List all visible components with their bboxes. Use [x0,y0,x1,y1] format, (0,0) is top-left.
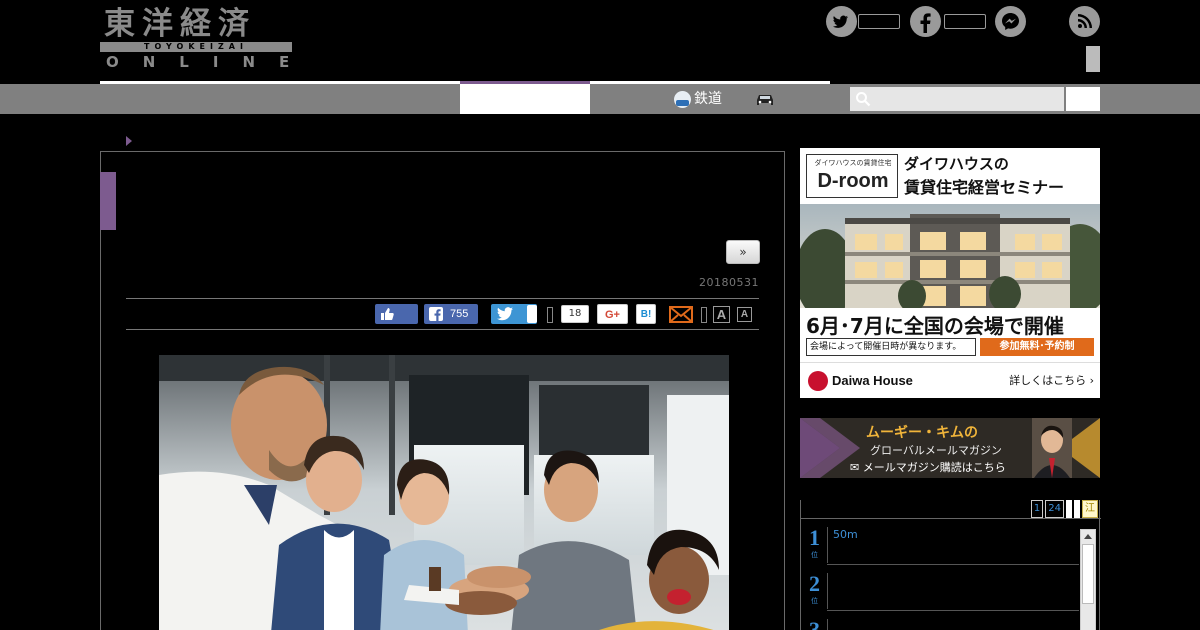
article-date: 20180531 [699,276,759,289]
search-button[interactable] [1066,87,1100,111]
ranking-tab-4[interactable] [1074,500,1080,518]
nav-tab-active[interactable] [460,84,590,114]
ranking-item[interactable]: 2 位 [801,565,1079,611]
like-button[interactable] [375,304,418,324]
ad-footer: Daiwa House 詳しくはこちら › [800,362,1100,398]
ad-title-line1: ダイワハウスの [904,155,1009,173]
ad2-author-photo [1032,418,1072,478]
share-bar: 755 18 G+ B! A A [101,304,786,326]
ad-headline: 6月･7月に全国の会場で開催 [806,314,1064,338]
ad2-cta: ✉ メールマガジン購読はこちら [850,461,1006,474]
next-page-button[interactable]: » [726,240,760,264]
logo-subtitle: TOYOKEIZAI [144,42,248,51]
hero-image [159,355,729,630]
ranking-item[interactable]: 3 位 [801,611,1079,630]
share-rule-top [126,298,759,299]
ranking-number: 2 [809,571,820,596]
ad-info-band: 6月･7月に全国の会場で開催 会場によって開催日時が異なります。 参加無料･予約… [800,308,1100,360]
share-rule-bottom [126,329,759,330]
title-accent-bar [100,172,116,230]
scroll-thumb[interactable] [1082,544,1094,604]
ad2-title: ムーギー・キムの [866,425,978,441]
facebook-count [944,14,986,29]
train-icon [674,90,691,108]
thumbs-up-icon [381,308,394,320]
scroll-up-icon[interactable] [1084,534,1092,539]
ranking-item[interactable]: 1 位 50m [801,519,1079,565]
twitter-share-button[interactable] [491,304,537,324]
ad-cta-badge: 参加無料･予約制 [980,338,1094,356]
ranking-number-suffix: 位 [811,597,818,605]
facebook-icon [429,307,443,321]
facebook-share-count: 755 [450,308,469,320]
article-box: » 20180531 755 18 G+ B! A A [100,151,785,630]
share-more-button[interactable] [701,307,707,323]
ad-brand-caption: ダイワハウスの賃貸住宅 [814,159,892,167]
ranking-title: 50m [833,528,858,541]
ad-note: 会場によって開催日時が異なります。 [806,338,976,356]
ad-brand-box: ダイワハウスの賃貸住宅 D-room [806,154,898,198]
logo-kanji: 東洋経済 [104,6,256,42]
social-links [826,6,1100,72]
ad-building-image [800,204,1100,308]
hatena-bookmark-button[interactable]: B! [636,304,656,324]
site-logo[interactable]: 東洋経済 TOYOKEIZAI ONLINE [100,6,292,72]
ad-header: ダイワハウスの賃貸住宅 D-room ダイワハウスの 賃貸住宅経営セミナー [800,148,1100,204]
global-nav: 鉄道 [0,84,1200,114]
newsletter-ad-banner[interactable]: ムーギー・キムの グローバルメールマガジン ✉ メールマガジン購読はこちら [800,418,1100,478]
ranking-number: 1 [809,525,820,550]
ad-more-link[interactable]: 詳しくはこちら › [1009,371,1094,391]
ranking-list: 1 位 50m 2 位 3 位 [801,519,1079,630]
nav-item-rail-label: 鉄道 [694,91,722,107]
ranking-widget: 1 24 江 1 位 50m 2 位 3 位 [800,500,1101,630]
twitter-icon[interactable] [826,6,857,37]
gplus-share-button[interactable]: G+ [597,304,628,324]
ranking-scrollbar[interactable] [1080,529,1096,630]
ad2-subtitle: グローバルメールマガジン [870,444,1002,457]
mail-icon[interactable] [669,306,693,323]
font-size-small-button[interactable]: A [737,307,752,322]
search-icon [856,92,871,107]
daiwa-logo-icon [808,371,828,391]
ranking-tabs: 1 24 江 [1030,500,1098,518]
twitter-icon [497,307,513,321]
pocket-button[interactable] [547,307,553,323]
ad-company-name: Daiwa House [832,373,913,388]
ranking-number-suffix: 位 [811,551,818,559]
nav-item-rail[interactable]: 鉄道 [674,89,722,109]
messenger-icon[interactable] [995,6,1026,37]
menu-toggle-button[interactable] [1086,46,1100,72]
ranking-tab-1h[interactable]: 1 [1030,500,1044,518]
car-icon[interactable] [754,91,776,107]
twitter-count [858,14,900,29]
twitter-share-count [527,305,537,323]
ad-brand-name: D-room [817,170,889,192]
ad-title-line2: 賃貸住宅経営セミナー [904,178,1065,197]
ranking-tab-3[interactable] [1066,500,1072,518]
ranking-number: 3 [809,617,820,630]
ranking-separator [827,527,828,563]
pocket-share-count: 18 [561,305,589,323]
ranking-tab-edo[interactable]: 江 [1082,500,1098,518]
facebook-icon[interactable] [910,6,941,37]
search-input[interactable] [850,87,1064,111]
facebook-share-button[interactable]: 755 [424,304,478,324]
ranking-separator [827,573,828,609]
font-size-large-button[interactable]: A [713,306,730,323]
breadcrumb-arrow-icon[interactable] [126,136,132,146]
logo-online: ONLINE [106,53,314,71]
seminar-ad-banner[interactable]: ダイワハウスの賃貸住宅 D-room ダイワハウスの 賃貸住宅経営セミナー 6月… [800,148,1100,398]
ranking-tab-24h[interactable]: 24 [1045,500,1064,518]
ranking-separator [827,619,828,630]
rss-icon[interactable] [1069,6,1100,37]
